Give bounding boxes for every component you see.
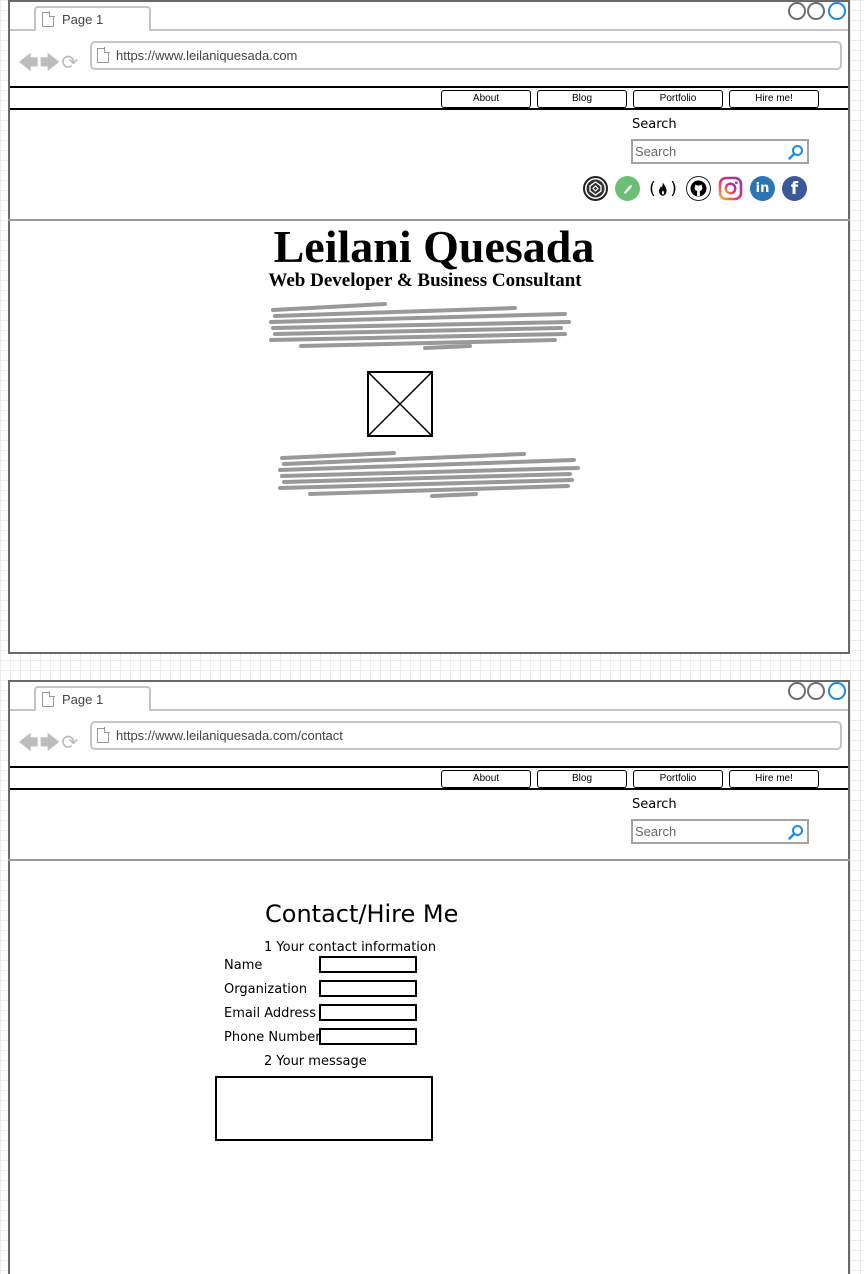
search-input[interactable]: Search (631, 819, 809, 844)
text-scribble-top (269, 302, 571, 350)
menu-about-button[interactable]: About (441, 770, 531, 788)
address-bar-row: 🡄 🡆 ⟳ https://www.leilaniquesada.com/conta… (10, 712, 848, 764)
menu-portfolio-button[interactable]: Portfolio (633, 90, 723, 108)
browser-tab[interactable]: Page 1 (34, 686, 151, 711)
organization-field[interactable] (319, 980, 417, 997)
search-placeholder: Search (635, 824, 677, 839)
phone-field[interactable] (319, 1028, 417, 1045)
name-field[interactable] (319, 956, 417, 973)
minimize-button[interactable] (788, 2, 806, 20)
email-label: Email Address (224, 1006, 316, 1021)
text-scribble-bottom (278, 451, 580, 498)
url-bar[interactable]: https://www.leilaniquesada.com/contact (90, 721, 842, 750)
address-bar-row: 🡄 🡆 ⟳ https://www.leilaniquesada.com (10, 32, 848, 84)
step-2-heading: 2 Your message (264, 1054, 367, 1069)
step-1-heading: 1 Your contact information (264, 940, 437, 955)
forward-arrow-icon[interactable]: 🡆 (40, 728, 61, 762)
linkedin-icon[interactable]: in (750, 176, 775, 201)
menu-portfolio-button[interactable]: Portfolio (633, 770, 723, 788)
nav-buttons: 🡄 🡆 ⟳ (18, 728, 79, 762)
url-page-icon (97, 47, 110, 63)
maximize-button[interactable] (807, 2, 825, 20)
site-menu-bar: About Blog Portfolio Hire me! (10, 766, 848, 790)
contact-title: Contact/Hire Me (265, 900, 459, 928)
name-label: Name (224, 958, 263, 973)
back-arrow-icon[interactable]: 🡄 (18, 728, 39, 762)
forward-arrow-icon[interactable]: 🡆 (40, 48, 61, 82)
search-input[interactable]: Search (631, 139, 809, 164)
page-icon (42, 11, 55, 27)
phone-label: Phone Number (224, 1030, 321, 1045)
url-bar[interactable]: https://www.leilaniquesada.com (90, 41, 842, 70)
browser-window-contact: Page 1 🡄 🡆 ⟳ https://www.leilaniquesada.co… (8, 680, 850, 1274)
codewars-icon[interactable] (615, 176, 640, 201)
maximize-button[interactable] (807, 682, 825, 700)
message-textarea[interactable] (215, 1076, 433, 1141)
organization-label: Organization (224, 982, 308, 997)
instagram-icon[interactable] (718, 176, 743, 201)
browser-tab[interactable]: Page 1 (34, 6, 151, 31)
url-page-icon (97, 727, 110, 743)
freecodecamp-icon[interactable]: () (647, 176, 679, 201)
nav-buttons: 🡄 🡆 ⟳ (18, 48, 79, 82)
back-arrow-icon[interactable]: 🡄 (18, 48, 39, 82)
menu-blog-button[interactable]: Blog (537, 90, 627, 108)
github-icon[interactable] (686, 176, 711, 201)
hero-subtitle: Web Developer & Business Consultant (268, 270, 582, 291)
menu-hire-me-button[interactable]: Hire me! (729, 770, 819, 788)
reload-icon[interactable]: ⟳ (61, 50, 78, 75)
hero-name: Leilani Quesada (273, 221, 595, 272)
url-text: https://www.leilaniquesada.com (116, 48, 298, 63)
search-label: Search (632, 117, 677, 132)
codepen-icon[interactable] (583, 176, 608, 201)
tab-strip: Page 1 (10, 682, 848, 712)
menu-blog-button[interactable]: Blog (537, 770, 627, 788)
search-label: Search (632, 797, 677, 812)
close-button[interactable] (828, 682, 846, 700)
site-menu-bar: About Blog Portfolio Hire me! (10, 86, 848, 110)
menu-hire-me-button[interactable]: Hire me! (729, 90, 819, 108)
facebook-icon[interactable]: f (782, 176, 807, 201)
tab-strip: Page 1 (10, 2, 848, 32)
minimize-button[interactable] (788, 682, 806, 700)
page-icon (42, 691, 55, 707)
search-placeholder: Search (635, 144, 677, 159)
tab-title: Page 1 (62, 12, 104, 27)
menu-about-button[interactable]: About (441, 90, 531, 108)
url-text: https://www.leilaniquesada.com/contact (116, 728, 343, 743)
profile-image-placeholder (367, 371, 433, 437)
search-icon[interactable] (787, 824, 805, 842)
social-links: () in f (583, 176, 807, 201)
search-icon[interactable] (787, 144, 805, 162)
reload-icon[interactable]: ⟳ (61, 730, 78, 755)
close-button[interactable] (828, 2, 846, 20)
header-divider (8, 859, 850, 861)
tab-title: Page 1 (62, 692, 104, 707)
email-field[interactable] (319, 1004, 417, 1021)
